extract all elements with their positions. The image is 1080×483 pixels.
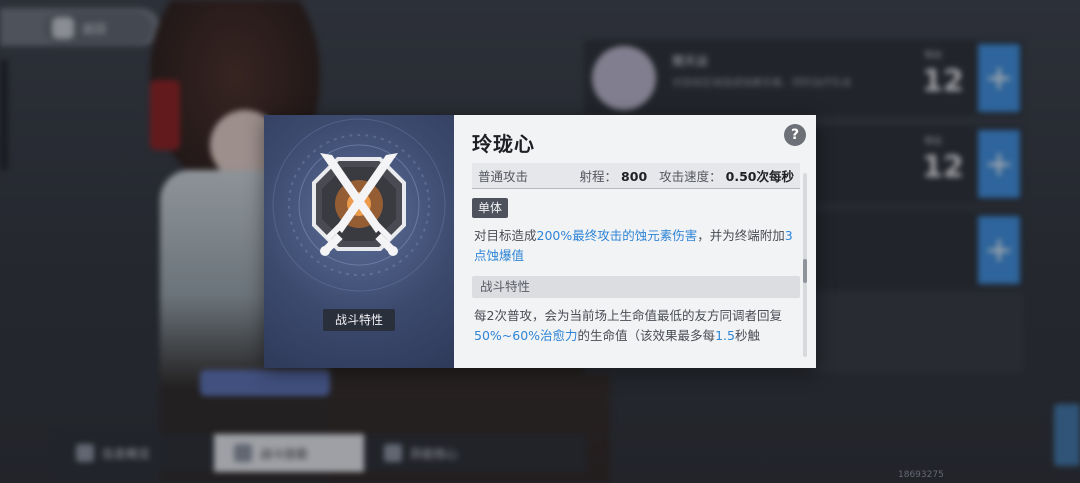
desc-text: 每2次普攻，会为当前场上生命值最低的友方同调者回复 bbox=[474, 308, 782, 323]
range-stat: 射程： 800 bbox=[580, 166, 648, 185]
crossed-swords-icon bbox=[312, 153, 406, 256]
speed-stat: 攻击速度： 0.50次每秒 bbox=[659, 166, 794, 185]
desc-text: 对目标造成 bbox=[474, 228, 537, 243]
attack-description: 对目标造成200%最终攻击的蚀元素伤害，并为终端附加3点蚀爆值 bbox=[472, 226, 800, 266]
speed-label: 攻击速度： bbox=[659, 169, 722, 184]
question-icon: ? bbox=[790, 127, 800, 143]
range-label: 射程： bbox=[579, 169, 618, 184]
skill-description-scroll[interactable]: 普通攻击 射程： 800 攻击速度： 0.50次每秒 单体 对目标造成200%最终攻… bbox=[472, 163, 800, 363]
desc-text: 秒触 bbox=[734, 328, 760, 343]
desc-text: 的生命值（该效果最多每 bbox=[577, 328, 716, 343]
target-type-badge: 单体 bbox=[472, 198, 509, 218]
heal-highlight: 50%~60%治愈力 bbox=[474, 328, 578, 343]
skill-icon-panel: 战斗特性 bbox=[264, 115, 454, 368]
damage-highlight: 200%最终攻击的蚀元素伤害 bbox=[536, 228, 698, 243]
cooldown-highlight: 1.5 bbox=[715, 328, 735, 343]
skill-info-panel: 玲珑心 ? 普通攻击 射程： 800 攻击速度： 0.50次每秒 单体 对目标造成2… bbox=[454, 115, 816, 368]
normal-attack-label: 普通攻击 bbox=[478, 169, 529, 184]
trait-label: 战斗特性 bbox=[323, 309, 395, 331]
scrollbar[interactable] bbox=[803, 173, 807, 357]
range-value: 800 bbox=[621, 169, 648, 184]
help-button[interactable]: ? bbox=[784, 124, 806, 146]
combat-trait-header: 战斗特性 bbox=[472, 276, 800, 298]
skill-tooltip-card: 战斗特性 玲珑心 ? 普通攻击 射程： 800 攻击速度： 0.50次每秒 单体 对… bbox=[264, 115, 816, 368]
scroll-thumb[interactable] bbox=[803, 259, 807, 283]
normal-attack-row: 普通攻击 射程： 800 攻击速度： 0.50次每秒 bbox=[472, 163, 800, 189]
trait-description: 每2次普攻，会为当前场上生命值最低的友方同调者回复 50%~60%治愈力的生命值（… bbox=[472, 306, 800, 346]
desc-text: ，并为终端附加 bbox=[697, 228, 785, 243]
speed-value: 0.50次每秒 bbox=[725, 169, 794, 184]
skill-title: 玲珑心 bbox=[472, 132, 535, 156]
